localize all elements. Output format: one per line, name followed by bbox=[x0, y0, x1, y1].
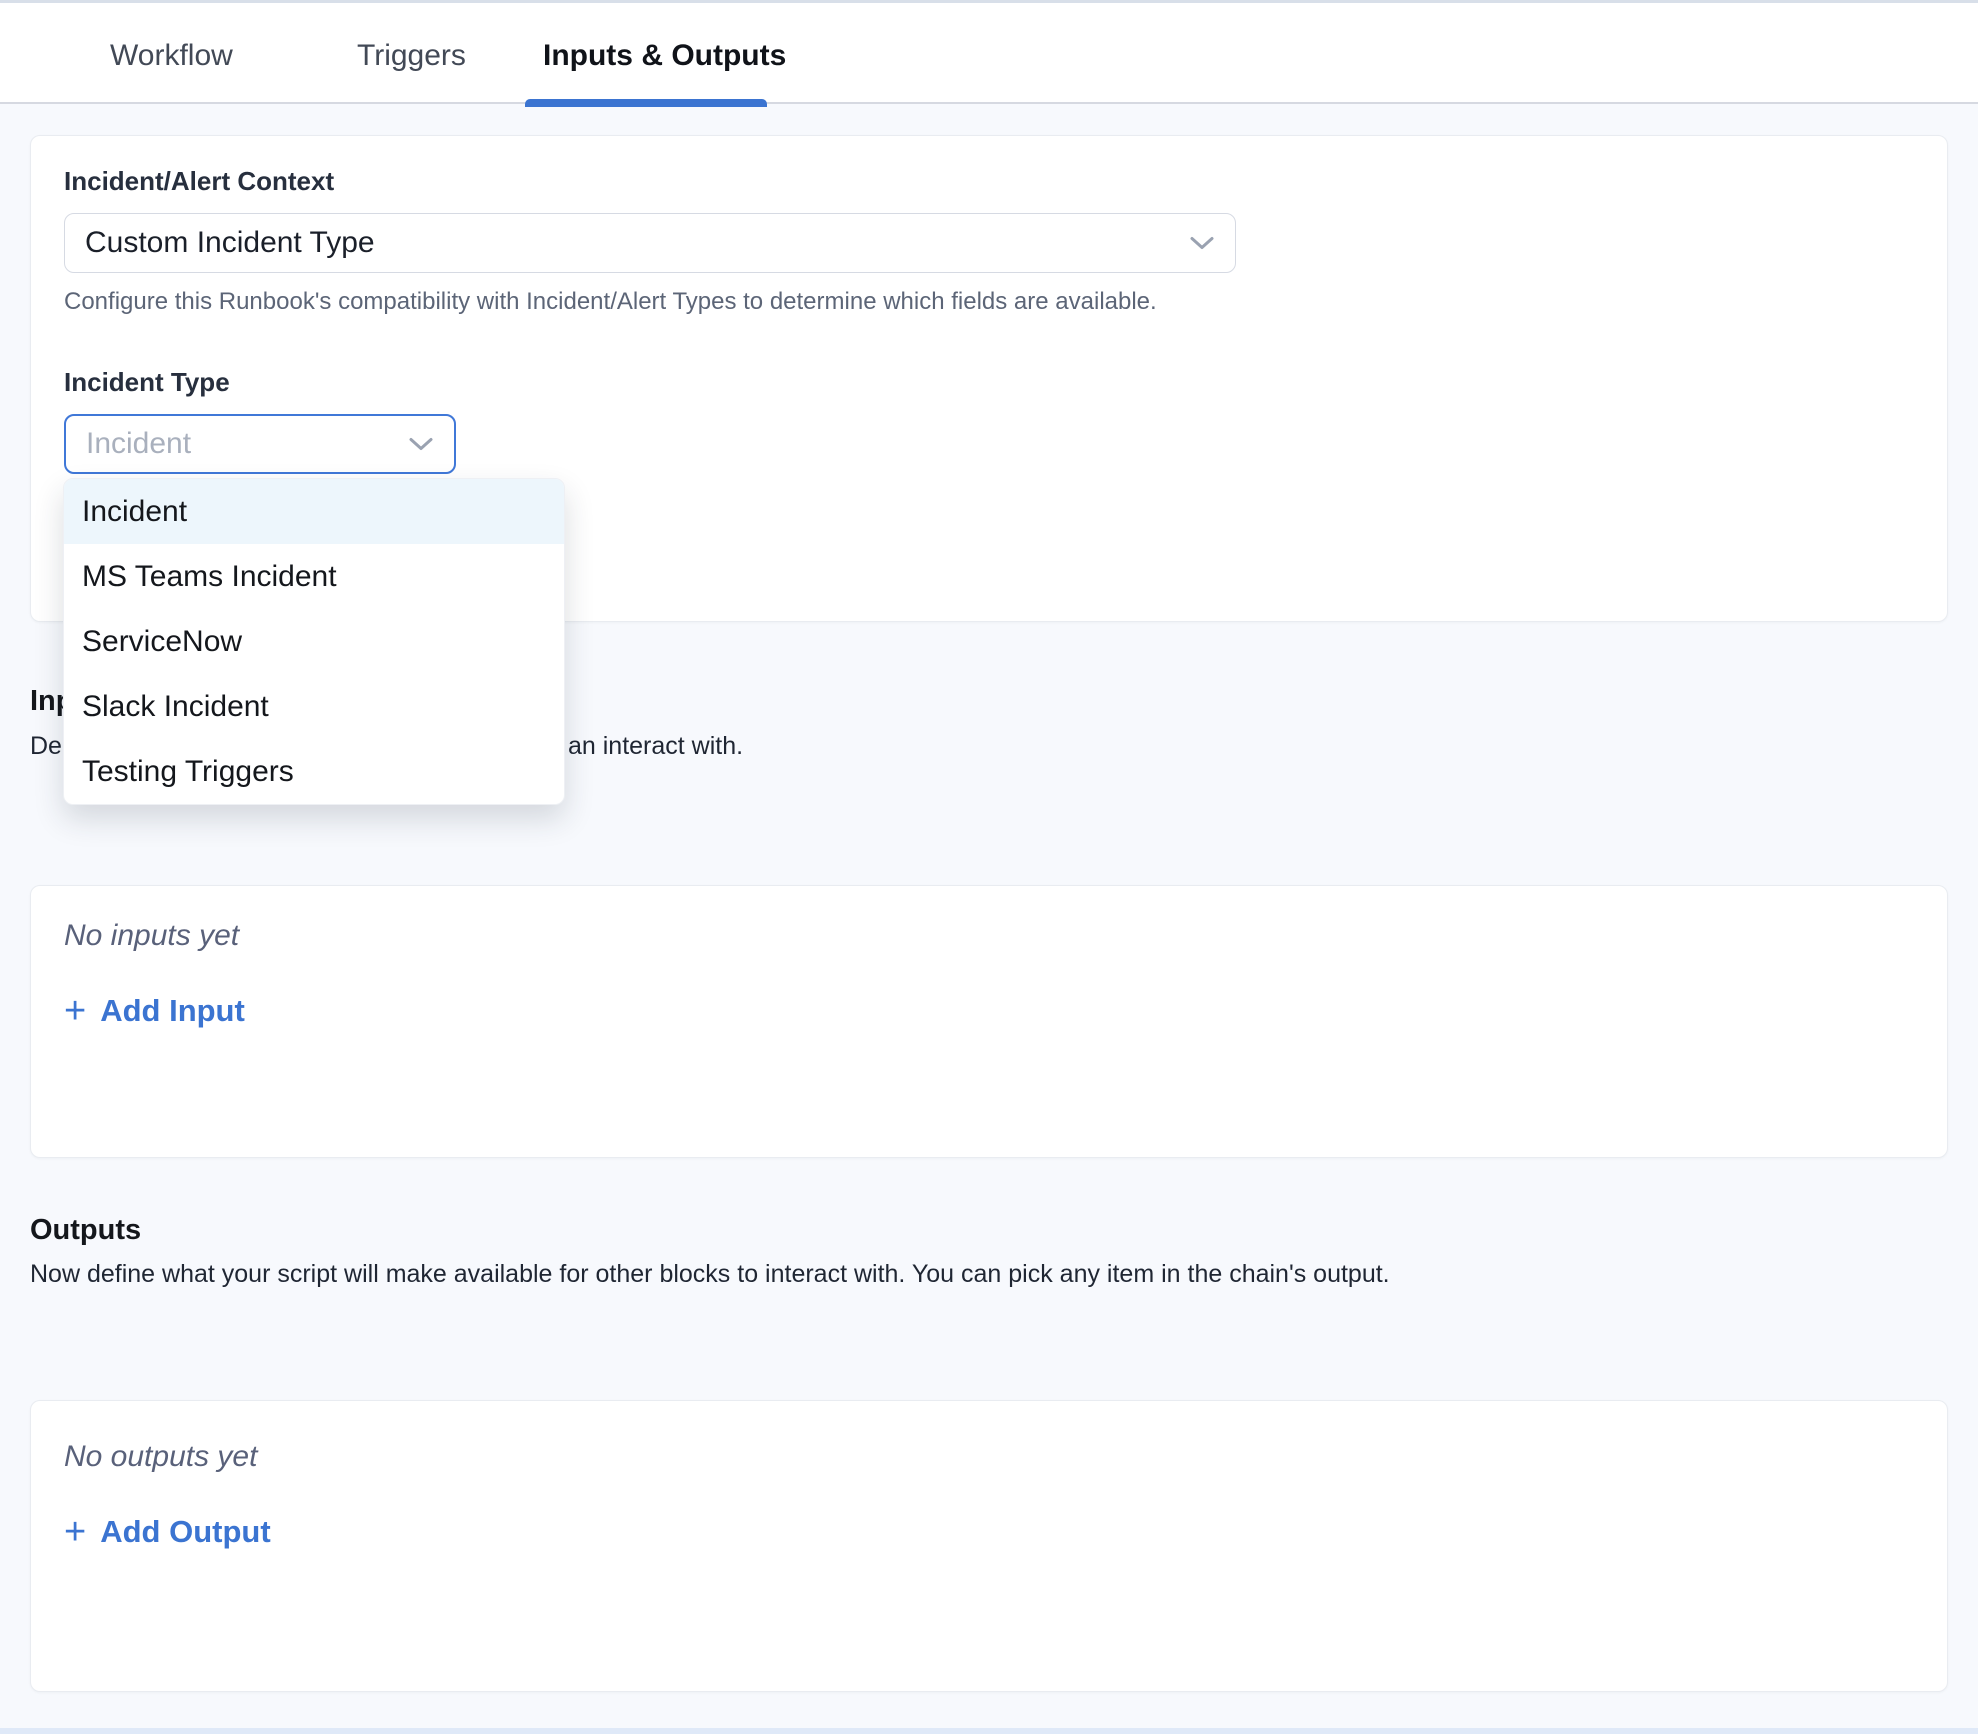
incident-alert-context-select[interactable]: Custom Incident Type bbox=[64, 213, 1236, 273]
inputs-section-description-end: an interact with. bbox=[568, 730, 743, 762]
menu-option-incident[interactable]: Incident bbox=[64, 479, 564, 544]
outputs-section-heading: Outputs bbox=[30, 1213, 141, 1248]
bottom-edge-strip bbox=[0, 1728, 1978, 1734]
outputs-section-description: Now define what your script will make av… bbox=[30, 1258, 1390, 1290]
tab-workflow[interactable]: Workflow bbox=[110, 39, 233, 73]
no-outputs-text: No outputs yet bbox=[64, 1439, 1914, 1474]
chevron-down-icon bbox=[1189, 235, 1215, 252]
tab-bar: Workflow Triggers Inputs & Outputs bbox=[0, 0, 1978, 104]
active-tab-underline bbox=[525, 99, 767, 107]
menu-option-testing-triggers[interactable]: Testing Triggers bbox=[64, 739, 564, 804]
add-input-button[interactable]: + Add Input bbox=[64, 993, 245, 1029]
incident-alert-context-value: Custom Incident Type bbox=[85, 226, 375, 260]
tab-inputs-outputs[interactable]: Inputs & Outputs bbox=[543, 39, 786, 73]
no-inputs-text: No inputs yet bbox=[64, 918, 1914, 953]
incident-alert-context-help: Configure this Runbook's compatibility w… bbox=[64, 287, 1914, 317]
add-output-button[interactable]: + Add Output bbox=[64, 1514, 271, 1550]
menu-option-servicenow[interactable]: ServiceNow bbox=[64, 609, 564, 674]
menu-option-slack-incident[interactable]: Slack Incident bbox=[64, 674, 564, 739]
incident-alert-context-label: Incident/Alert Context bbox=[64, 166, 1914, 197]
incident-type-label: Incident Type bbox=[64, 367, 1914, 398]
inputs-card: No inputs yet + Add Input bbox=[30, 885, 1948, 1158]
plus-icon: + bbox=[64, 995, 86, 1027]
incident-type-dropdown-menu: Incident MS Teams Incident ServiceNow Sl… bbox=[63, 478, 565, 805]
menu-option-ms-teams-incident[interactable]: MS Teams Incident bbox=[64, 544, 564, 609]
plus-icon: + bbox=[64, 1516, 86, 1548]
inputs-outputs-page: Workflow Triggers Inputs & Outputs Incid… bbox=[0, 0, 1978, 1734]
add-output-label: Add Output bbox=[100, 1514, 270, 1550]
incident-type-placeholder: Incident bbox=[86, 427, 191, 461]
incident-type-select[interactable]: Incident bbox=[64, 414, 456, 474]
chevron-down-icon bbox=[408, 436, 434, 453]
tab-triggers[interactable]: Triggers bbox=[357, 39, 466, 73]
inputs-section-description-start: De bbox=[30, 730, 62, 762]
add-input-label: Add Input bbox=[100, 993, 245, 1029]
outputs-card: No outputs yet + Add Output bbox=[30, 1400, 1948, 1692]
